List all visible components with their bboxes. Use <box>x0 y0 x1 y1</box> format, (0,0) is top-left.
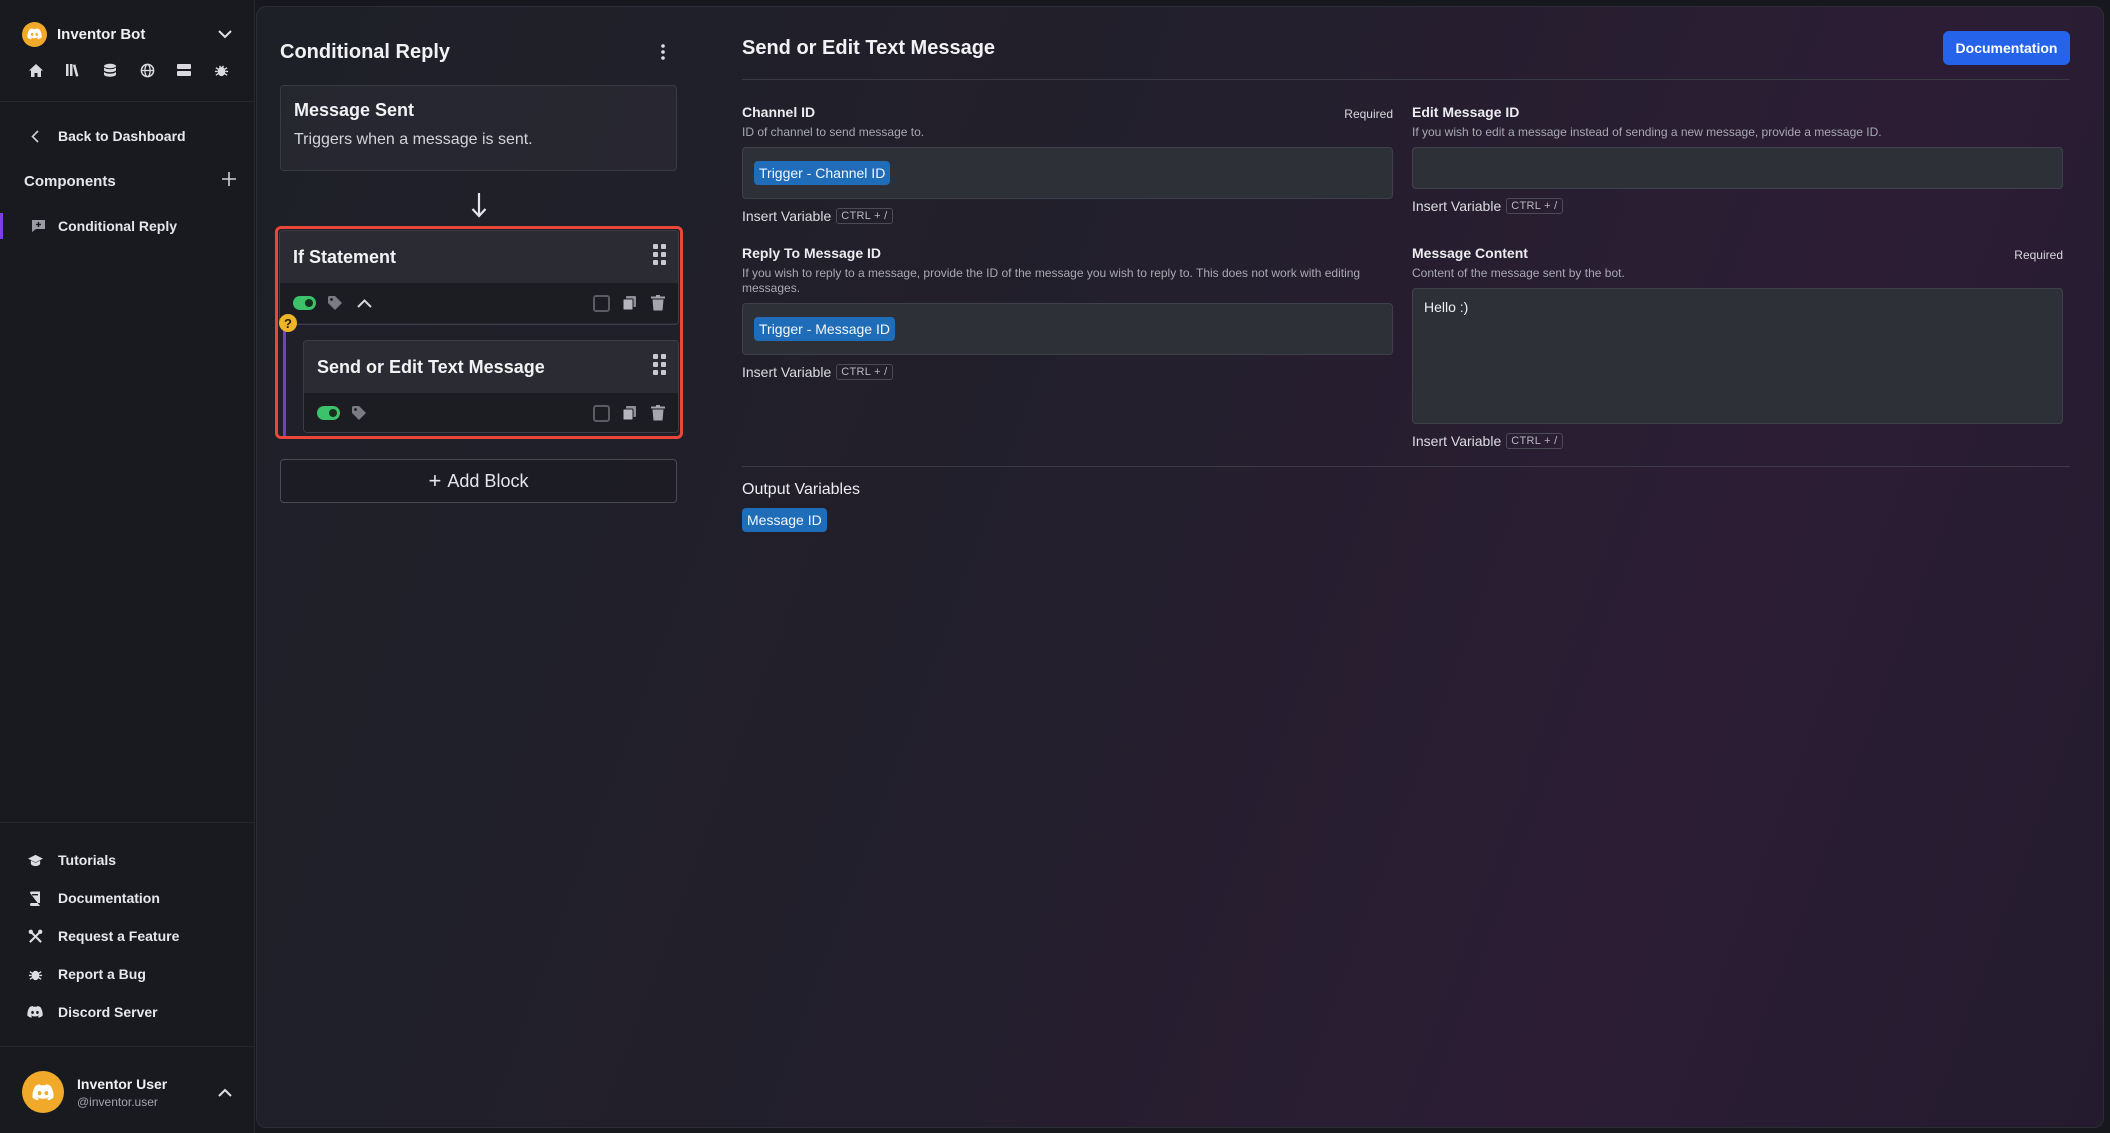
insert-variable-label: Insert Variable <box>742 364 832 380</box>
editor-title: Send or Edit Text Message <box>742 37 996 59</box>
user-menu[interactable]: Inventor User @inventor.user <box>22 1070 236 1114</box>
insert-variable[interactable]: Insert Variable CTRL + / <box>1412 198 2063 214</box>
divider <box>0 101 255 102</box>
divider <box>0 822 255 823</box>
variable-chip[interactable]: Trigger - Channel ID <box>754 161 891 185</box>
plus-icon[interactable] <box>222 172 236 190</box>
reply-to-message-id-field: Reply To Message ID If you wish to reply… <box>742 245 1393 380</box>
chevron-down-icon[interactable] <box>214 23 236 45</box>
component-label: Conditional Reply <box>58 218 177 234</box>
bug-icon <box>25 964 45 984</box>
bot-avatar <box>22 21 47 47</box>
globe-icon[interactable] <box>137 60 157 80</box>
field-label: Channel ID <box>742 104 816 120</box>
sidebar: Inventor Bot Back to Dashboard Component… <box>0 0 255 1133</box>
discord-icon <box>27 28 42 40</box>
trigger-title: Message Sent <box>294 100 415 120</box>
components-header: Components <box>24 172 236 190</box>
components-label: Components <box>24 172 116 190</box>
bot-nav-icons <box>26 60 231 80</box>
bot-name: Inventor Bot <box>57 25 146 43</box>
discord-server-link[interactable]: Discord Server <box>25 1002 158 1022</box>
field-description: If you wish to reply to a message, provi… <box>742 266 1361 295</box>
add-block-label: Add Block <box>447 470 529 491</box>
graduation-cap-icon <box>25 850 45 870</box>
tutorials-label: Tutorials <box>58 852 117 868</box>
insert-variable[interactable]: Insert Variable CTRL + / <box>742 364 1393 380</box>
report-bug-link[interactable]: Report a Bug <box>25 964 146 984</box>
output-variable-chip[interactable]: Message ID <box>742 508 827 532</box>
library-icon[interactable] <box>63 60 83 80</box>
request-feature-label: Request a Feature <box>58 928 180 944</box>
server-icon[interactable] <box>174 60 194 80</box>
bug-icon[interactable] <box>211 60 231 80</box>
back-to-dashboard-link[interactable]: Back to Dashboard <box>25 126 186 146</box>
component-item-conditional-reply[interactable]: Conditional Reply <box>0 213 255 239</box>
user-name: Inventor User <box>77 1075 168 1092</box>
trigger-description: Triggers when a message is sent. <box>294 131 533 148</box>
page-title: Conditional Reply <box>280 41 450 63</box>
tutorials-link[interactable]: Tutorials <box>25 850 116 870</box>
arrow-down-icon <box>464 187 494 223</box>
output-variables-title: Output Variables <box>742 481 860 498</box>
shortcut-hint: CTRL + / <box>836 364 893 380</box>
field-description: Content of the message sent by the bot. <box>1412 266 1625 280</box>
field-description: If you wish to edit a message instead of… <box>1412 125 1882 139</box>
discord-icon <box>25 1002 45 1022</box>
edit-message-id-field: Edit Message ID If you wish to edit a me… <box>1412 104 2063 214</box>
field-label: Reply To Message ID <box>742 245 882 261</box>
message-plus-icon <box>30 218 46 234</box>
home-icon[interactable] <box>26 60 46 80</box>
divider <box>0 1046 255 1047</box>
request-feature-link[interactable]: Request a Feature <box>25 926 179 946</box>
message-content-field: Message Content Required Content of the … <box>1412 245 2063 449</box>
shortcut-hint: CTRL + / <box>1506 433 1563 449</box>
plus-icon: + <box>428 468 442 493</box>
documentation-link[interactable]: Documentation <box>25 888 160 908</box>
message-content-textarea[interactable]: Hello :) <box>1412 288 2063 424</box>
variable-chip[interactable]: Trigger - Message ID <box>754 317 895 341</box>
chevron-left-icon <box>25 126 45 146</box>
more-options-icon[interactable] <box>653 39 673 65</box>
back-label: Back to Dashboard <box>58 128 186 144</box>
shortcut-hint: CTRL + / <box>1506 198 1563 214</box>
required-badge: Required <box>1344 107 1393 121</box>
discord-server-label: Discord Server <box>58 1004 158 1020</box>
field-label: Edit Message ID <box>1412 104 1520 120</box>
documentation-label: Documentation <box>58 890 160 906</box>
reply-to-input[interactable]: Trigger - Message ID <box>742 303 1393 355</box>
channel-id-field: Channel ID Required ID of channel to sen… <box>742 104 1393 224</box>
discord-icon <box>32 1083 54 1100</box>
main-panel: Conditional Reply Message Sent Triggers … <box>256 6 2104 1128</box>
insert-variable-label: Insert Variable <box>1412 433 1502 449</box>
insert-variable[interactable]: Insert Variable CTRL + / <box>742 208 1393 224</box>
user-info: Inventor User @inventor.user <box>77 1076 214 1109</box>
selection-highlight <box>275 226 683 439</box>
database-icon[interactable] <box>100 60 120 80</box>
divider <box>742 466 2070 467</box>
required-badge: Required <box>2014 248 2063 262</box>
tools-icon <box>25 926 45 946</box>
edit-message-id-input[interactable] <box>1412 147 2063 189</box>
insert-variable-label: Insert Variable <box>742 208 832 224</box>
bot-selector[interactable]: Inventor Bot <box>22 20 236 48</box>
channel-id-input[interactable]: Trigger - Channel ID <box>742 147 1393 199</box>
documentation-button[interactable]: Documentation <box>1943 31 2070 65</box>
report-bug-label: Report a Bug <box>58 966 146 982</box>
user-handle: @inventor.user <box>77 1094 158 1109</box>
trigger-card[interactable]: Message Sent Triggers when a message is … <box>280 85 677 171</box>
insert-variable[interactable]: Insert Variable CTRL + / <box>1412 433 2063 449</box>
add-block-button[interactable]: + Add Block <box>280 459 677 503</box>
insert-variable-label: Insert Variable <box>1412 198 1502 214</box>
avatar <box>22 1071 64 1113</box>
shortcut-hint: CTRL + / <box>836 208 893 224</box>
chevron-up-icon[interactable] <box>214 1081 236 1103</box>
divider <box>742 79 2070 80</box>
field-description: ID of channel to send message to. <box>742 125 925 139</box>
book-icon <box>25 888 45 908</box>
field-label: Message Content <box>1412 245 1528 261</box>
